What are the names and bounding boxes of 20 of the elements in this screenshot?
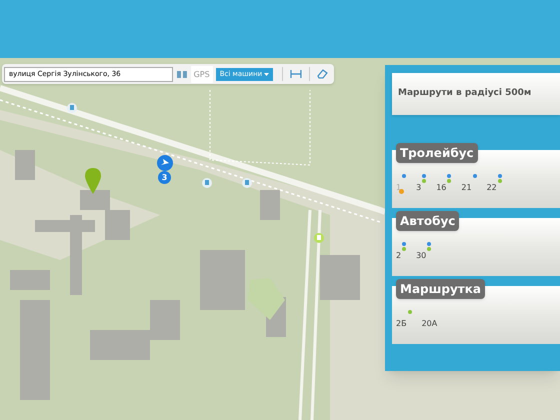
panel-title: Маршрути в радіусі 500м: [392, 73, 560, 115]
bus-stop-icon: [67, 103, 77, 113]
section-title: Маршрутка: [396, 279, 485, 299]
route-number[interactable]: 21: [461, 182, 472, 194]
route-number[interactable]: 20А: [422, 318, 438, 330]
eraser-icon[interactable]: [317, 69, 328, 79]
bus-stop-icon: [314, 233, 324, 243]
caret-icon: [264, 72, 270, 76]
route-number[interactable]: 2: [396, 250, 402, 262]
fit-bounds-icon[interactable]: [290, 69, 302, 79]
bus-stop-icon: [202, 178, 212, 188]
route-number[interactable]: 16: [436, 182, 446, 194]
route-number[interactable]: 2Б: [396, 318, 407, 330]
section-title: Тролейбус: [396, 143, 478, 163]
location-pin-icon: [85, 168, 101, 194]
route-number[interactable]: 30: [416, 250, 426, 262]
bus-stop-icon: [242, 178, 252, 188]
route-number[interactable]: 3: [416, 182, 422, 194]
route-number[interactable]: 22: [486, 182, 497, 194]
section-title: Автобус: [396, 211, 460, 231]
